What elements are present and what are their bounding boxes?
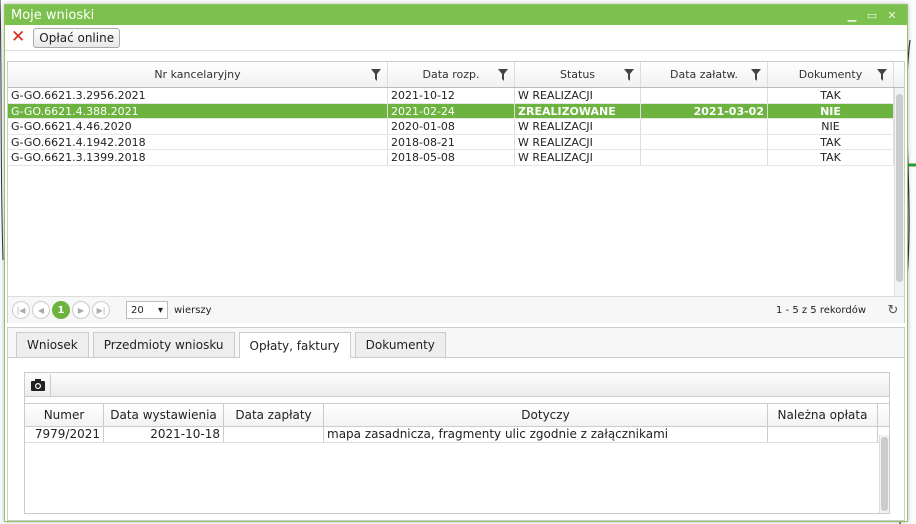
table-cell: 2021-03-02 (641, 103, 768, 118)
column-header-label: Nr kancelaryjny (154, 68, 241, 81)
payments-row[interactable]: 7979/2021 2021-10-18 mapa zasadnicza, frag… (25, 427, 889, 443)
table-row[interactable]: G-GO.6621.4.388.2021 2021-02-24 ZREALIZOWA… (8, 103, 904, 119)
column-header[interactable]: Data rozp. (388, 62, 515, 87)
grid-header: Nr kancelaryjny Data rozp. Status Data zała… (8, 62, 904, 88)
details-panel: Wniosek Przedmioty wniosku Opłaty, faktury… (7, 327, 905, 521)
table-cell: W REALIZACJI (515, 88, 641, 103)
filter-icon[interactable] (371, 69, 381, 81)
filter-icon[interactable] (877, 69, 887, 81)
window-title: Moje wnioski (11, 7, 95, 23)
page-size-value: 20 (131, 304, 144, 316)
window-titlebar[interactable]: Moje wnioski ▁ ▭ ✕ (5, 5, 907, 25)
chevron-down-icon: ▾ (157, 304, 163, 316)
column-header[interactable]: Nr kancelaryjny (8, 62, 388, 87)
table-cell: ZREALIZOWANE (515, 103, 641, 118)
toolbar: ✕ Opłać online (5, 25, 907, 51)
records-summary: 1 - 5 z 5 rekordów (775, 304, 866, 316)
table-cell: G-GO.6621.4.46.2020 (8, 119, 388, 134)
camera-icon[interactable] (25, 373, 51, 396)
tab-3[interactable]: Dokumenty (354, 332, 446, 357)
minimize-icon[interactable]: ▁ (845, 8, 859, 22)
table-cell: 2020-01-08 (388, 119, 515, 134)
page-size-label: wierszy (174, 304, 212, 316)
payments-column-header[interactable]: Data wystawienia (104, 404, 224, 426)
column-header-label: Dokumenty (798, 68, 863, 81)
table-cell: 2021-10-12 (388, 88, 515, 103)
table-cell: W REALIZACJI (515, 134, 641, 149)
table-cell (641, 119, 768, 134)
column-header[interactable]: Status (515, 62, 641, 87)
payments-column-header[interactable]: Dotyczy (324, 404, 768, 426)
payments-column-header[interactable]: Numer (25, 404, 104, 426)
table-cell: TAK (768, 88, 894, 103)
payments-panel: Numer Data wystawienia Data zapłaty Dotyczy… (24, 372, 890, 514)
table-cell: G-GO.6621.4.1942.2018 (8, 134, 388, 149)
next-page-icon[interactable]: ▶ (72, 301, 90, 319)
pager: |◀ ◀ 1 ▶ ▶| 20 ▾ wierszy 1 - 5 z 5 rekor… (8, 296, 904, 323)
first-page-icon[interactable]: |◀ (12, 301, 30, 319)
filter-icon[interactable] (624, 69, 634, 81)
table-cell: NIE (768, 103, 894, 118)
page-number-button[interactable]: 1 (52, 301, 70, 319)
payments-cell (224, 427, 324, 442)
column-header-label: Data rozp. (422, 68, 480, 81)
table-cell: NIE (768, 119, 894, 134)
last-page-icon[interactable]: ▶| (92, 301, 110, 319)
grid-body: G-GO.6621.3.2956.2021 2021-10-12 W REALIZA… (8, 88, 904, 296)
table-row[interactable]: G-GO.6621.4.46.2020 2020-01-08 W REALIZACJ… (8, 119, 904, 135)
payments-header: Numer Data wystawienia Data zapłaty Dotyczy… (25, 403, 889, 427)
column-header[interactable]: Dokumenty (768, 62, 894, 87)
payments-cell: 2021-10-18 (104, 427, 224, 442)
filter-icon[interactable] (751, 69, 761, 81)
table-cell: W REALIZACJI (515, 150, 641, 165)
filter-icon[interactable] (498, 69, 508, 81)
payments-cell (768, 427, 878, 442)
tab-bar: Wniosek Przedmioty wniosku Opłaty, faktury… (8, 328, 904, 358)
table-cell: G-GO.6621.4.388.2021 (8, 103, 388, 118)
applications-grid: Nr kancelaryjny Data rozp. Status Data zała… (7, 61, 905, 323)
payments-column-header[interactable]: Data zapłaty (224, 404, 324, 426)
table-cell: G-GO.6621.3.2956.2021 (8, 88, 388, 103)
pay-online-button[interactable]: Opłać online (33, 27, 121, 48)
close-window-icon[interactable]: ✕ (885, 8, 899, 22)
tab-0[interactable]: Wniosek (16, 332, 89, 357)
table-cell: 2018-05-08 (388, 150, 515, 165)
table-cell (641, 134, 768, 149)
tab-2[interactable]: Opłaty, faktury (238, 332, 351, 358)
refresh-icon[interactable]: ↻ (882, 303, 904, 318)
grid-scrollbar[interactable] (894, 88, 904, 296)
table-cell: 2021-02-24 (388, 103, 515, 118)
payments-cell: mapa zasadnicza, fragmenty ulic zgodnie … (324, 427, 768, 442)
maximize-icon[interactable]: ▭ (865, 8, 879, 22)
payments-scrollbar[interactable] (879, 435, 889, 513)
table-row[interactable]: G-GO.6621.3.2956.2021 2021-10-12 W REALIZA… (8, 88, 904, 104)
page-size-select[interactable]: 20 ▾ (126, 301, 168, 319)
prev-page-icon[interactable]: ◀ (32, 301, 50, 319)
table-cell (641, 88, 768, 103)
delete-icon[interactable]: ✕ (11, 29, 25, 46)
table-row[interactable]: G-GO.6621.4.1942.2018 2018-08-21 W REALIZA… (8, 134, 904, 150)
payments-cell: 7979/2021 (25, 427, 104, 442)
table-cell: G-GO.6621.3.1399.2018 (8, 150, 388, 165)
table-cell: TAK (768, 134, 894, 149)
table-cell: W REALIZACJI (515, 119, 641, 134)
payments-column-header[interactable]: Należna opłata (768, 404, 878, 426)
table-cell: 2018-08-21 (388, 134, 515, 149)
table-cell (641, 150, 768, 165)
table-row[interactable]: G-GO.6621.3.1399.2018 2018-05-08 W REALIZA… (8, 150, 904, 166)
payments-toolbar (25, 373, 889, 397)
column-header-label: Status (559, 68, 596, 81)
tab-1[interactable]: Przedmioty wniosku (92, 332, 235, 357)
my-applications-window: Moje wnioski ▁ ▭ ✕ ✕ Opłać online Nr kan… (4, 4, 908, 522)
column-header-label: Data załatw. (670, 68, 738, 81)
table-cell: TAK (768, 150, 894, 165)
column-header[interactable]: Data załatw. (641, 62, 768, 87)
